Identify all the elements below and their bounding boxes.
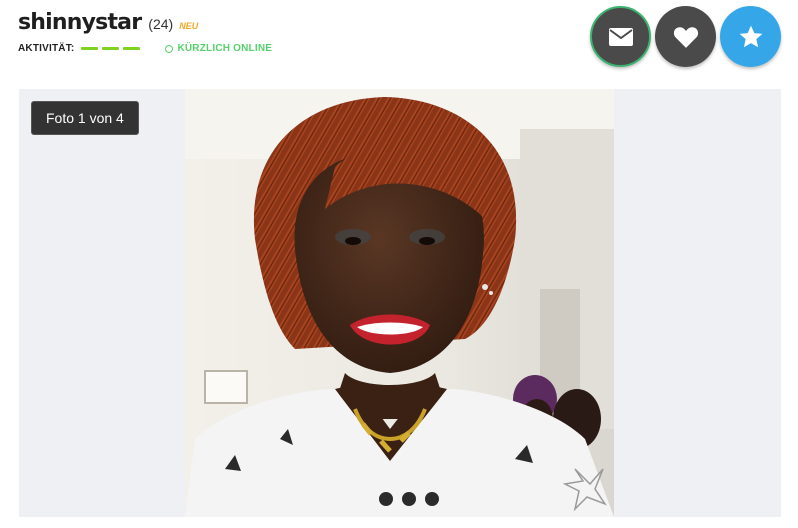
online-status-icon bbox=[165, 44, 174, 53]
activity-bar bbox=[81, 47, 99, 50]
age: (24) bbox=[148, 16, 174, 32]
envelope-icon bbox=[608, 27, 633, 46]
new-badge: NEU bbox=[179, 21, 199, 31]
username[interactable]: shinnystar bbox=[18, 10, 142, 35]
activity-row: AKTIVITÄT: KÜRZLICH ONLINE bbox=[18, 43, 272, 54]
pagination-dot[interactable] bbox=[379, 492, 393, 506]
online-status-text: KÜRZLICH ONLINE bbox=[177, 43, 273, 54]
profile-photo[interactable] bbox=[185, 89, 614, 517]
pagination-dot[interactable] bbox=[425, 492, 439, 506]
heart-icon bbox=[673, 26, 698, 48]
photo-pagination bbox=[379, 492, 448, 506]
message-button[interactable] bbox=[590, 6, 651, 67]
online-status: KÜRZLICH ONLINE bbox=[165, 43, 272, 54]
star-icon bbox=[739, 25, 762, 47]
activity-bar bbox=[102, 47, 120, 50]
pagination-dot[interactable] bbox=[402, 492, 416, 506]
activity-label: AKTIVITÄT: bbox=[18, 43, 75, 54]
profile-header: shinnystar (24) NEU AKTIVITÄT: KÜRZLICH … bbox=[0, 0, 798, 86]
profile-photo-image bbox=[185, 89, 614, 517]
favorite-button[interactable] bbox=[720, 6, 781, 67]
like-button[interactable] bbox=[655, 6, 716, 67]
profile-actions bbox=[586, 6, 781, 67]
photo-gallery[interactable]: Foto 1 von 4 bbox=[19, 89, 781, 517]
name-row: shinnystar (24) NEU bbox=[18, 10, 198, 35]
activity-meter bbox=[81, 47, 144, 50]
photo-counter: Foto 1 von 4 bbox=[31, 101, 139, 135]
activity-bar bbox=[123, 47, 141, 50]
